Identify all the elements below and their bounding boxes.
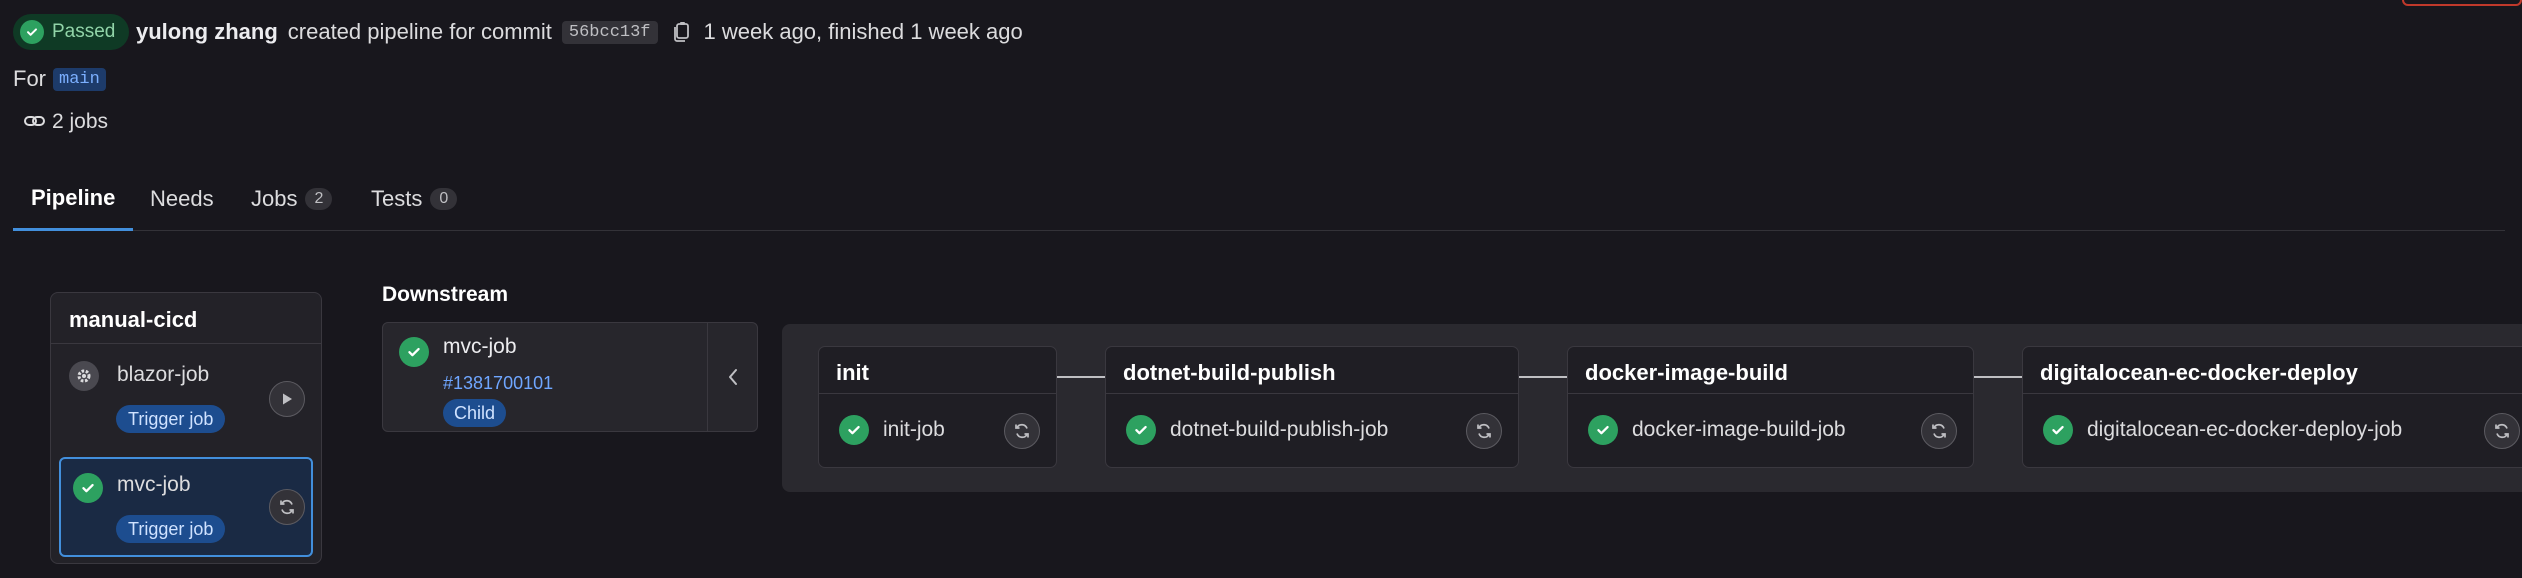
- stage-docker-image-build: docker-image-build docker-image-build-jo…: [1567, 346, 1974, 468]
- tab-tests[interactable]: Tests 0: [371, 167, 458, 231]
- job-name: digitalocean-ec-docker-deploy-job: [2087, 418, 2403, 441]
- gear-icon: [69, 361, 99, 391]
- branch-ref[interactable]: main: [53, 67, 106, 91]
- tab-needs[interactable]: Needs: [150, 167, 214, 231]
- job-name: dotnet-build-publish-job: [1170, 418, 1389, 441]
- collapse-button[interactable]: [707, 323, 757, 431]
- check-circle-icon: [1588, 415, 1618, 445]
- divider: [819, 393, 1056, 394]
- job-dotnet-build-publish[interactable]: dotnet-build-publish-job: [1126, 415, 1388, 445]
- tab-label: Pipeline: [31, 184, 116, 210]
- job-init[interactable]: init-job: [839, 415, 945, 445]
- tab-jobs[interactable]: Jobs 2: [251, 167, 333, 231]
- tab-pipeline[interactable]: Pipeline: [13, 167, 134, 231]
- check-circle-icon: [20, 20, 44, 44]
- status-label: Passed: [52, 21, 116, 42]
- trigger-job-badge: Trigger job: [116, 515, 226, 543]
- stage-connector: [1519, 376, 1567, 378]
- tab-count: 0: [430, 188, 458, 210]
- job-name: docker-image-build-job: [1632, 418, 1846, 441]
- retry-icon: [280, 499, 294, 515]
- pipeline-status-badge[interactable]: Passed: [13, 14, 130, 50]
- retry-button[interactable]: [1921, 413, 1957, 449]
- retry-icon: [1932, 423, 1946, 439]
- jobs-summary: 2 jobs: [24, 110, 108, 134]
- check-circle-icon: [2043, 415, 2073, 445]
- stage-connector: [1057, 376, 1105, 378]
- ref-line: For main: [13, 66, 106, 92]
- retry-button[interactable]: [1004, 413, 1040, 449]
- stage-title: dotnet-build-publish: [1123, 360, 1336, 385]
- check-circle-icon: [73, 473, 103, 503]
- tab-label: Needs: [150, 186, 214, 211]
- check-circle-icon: [1126, 415, 1156, 445]
- divider: [1106, 393, 1518, 394]
- downstream-name[interactable]: mvc-job: [443, 335, 517, 359]
- play-button[interactable]: [269, 381, 305, 417]
- retry-button[interactable]: [269, 489, 305, 525]
- tab-count: 2: [305, 188, 333, 210]
- stage-title: digitalocean-ec-docker-deploy: [2040, 360, 2358, 385]
- tab-label: Tests: [371, 186, 423, 211]
- pipeline-time: 1 week ago, finished 1 week ago: [703, 19, 1023, 44]
- divider: [1568, 393, 1973, 394]
- downstream-label: Downstream: [382, 283, 509, 306]
- tab-label: Jobs: [251, 186, 298, 211]
- trigger-job-badge: Trigger job: [116, 405, 226, 433]
- retry-icon: [1477, 423, 1491, 439]
- pipeline-headline: yulong zhang created pipeline for commit…: [136, 17, 1023, 47]
- downstream-pipeline-card[interactable]: mvc-job #1381700101 Child: [382, 322, 758, 432]
- stage-manual-cicd: manual-cicd blazor-job Trigger job mvc-j…: [50, 292, 322, 564]
- play-icon: [283, 393, 292, 405]
- stage-digitalocean-ec-docker-deploy: digitalocean-ec-docker-deploy digitaloce…: [2022, 346, 2522, 468]
- downstream-pipeline-link[interactable]: #1381700101: [443, 373, 553, 394]
- retry-button[interactable]: [1466, 413, 1502, 449]
- retry-icon: [1015, 423, 1029, 439]
- stage-connector: [1974, 376, 2022, 378]
- commit-sha[interactable]: 56bcc13f: [561, 20, 658, 44]
- job-name[interactable]: blazor-job: [117, 363, 209, 387]
- header-action-button[interactable]: [2402, 0, 2522, 6]
- for-label: For: [13, 66, 46, 91]
- pipeline-tabs: Pipeline Needs Jobs 2 Tests 0: [13, 167, 2505, 231]
- author-link[interactable]: yulong zhang: [136, 19, 278, 45]
- check-circle-icon: [399, 337, 429, 367]
- copy-icon[interactable]: [672, 21, 690, 43]
- stage-init: init init-job: [818, 346, 1057, 468]
- child-badge: Child: [443, 399, 507, 427]
- job-name[interactable]: mvc-job: [117, 473, 191, 497]
- divider: [51, 343, 321, 344]
- chevron-left-icon: [728, 369, 737, 385]
- job-docker-image-build[interactable]: docker-image-build-job: [1588, 415, 1846, 445]
- stage-title: init: [836, 360, 869, 385]
- check-circle-icon: [839, 415, 869, 445]
- stage-title: docker-image-build: [1585, 360, 1788, 385]
- link-icon: [24, 110, 46, 134]
- action-text: created pipeline for commit: [287, 19, 552, 44]
- stage-dotnet-build-publish: dotnet-build-publish dotnet-build-publis…: [1105, 346, 1519, 468]
- jobs-count-text: 2 jobs: [52, 110, 109, 133]
- divider: [2023, 393, 2522, 394]
- job-digitalocean-ec-docker-deploy[interactable]: digitalocean-ec-docker-deploy-job: [2043, 415, 2402, 445]
- retry-icon: [2495, 423, 2509, 439]
- stage-title: manual-cicd: [69, 307, 198, 332]
- retry-button[interactable]: [2484, 413, 2520, 449]
- job-name: init-job: [883, 418, 945, 441]
